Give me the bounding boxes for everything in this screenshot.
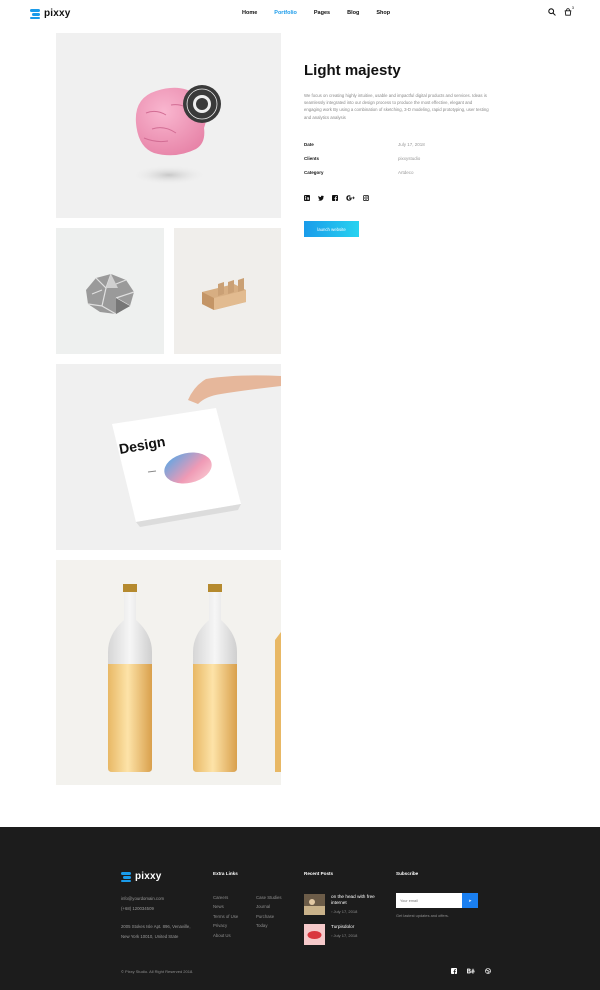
launch-website-button[interactable]: launch website [304,221,359,237]
google-plus-icon[interactable] [346,195,355,201]
send-icon: ➤ [468,898,472,903]
meta-key: Category [304,170,324,175]
gallery-image-design-poster[interactable]: Design [56,364,281,550]
design-poster-illustration: Design [112,375,281,527]
post-thumbnail[interactable] [304,924,325,945]
footer-link[interactable]: Privacy [213,921,238,930]
footer-contact: info@yourdomain.com (+68) 120034509 2005… [121,894,201,941]
subscribe-note: Get lastest updates and offers. [396,913,449,918]
meta-value: Artdeco [398,170,414,175]
nav-home[interactable]: Home [242,10,257,16]
post-title[interactable]: Turpisdolor [331,924,389,930]
project-title: Light majesty [304,62,401,79]
bottle-left [108,584,152,772]
facebook-icon[interactable] [332,195,338,201]
project-social-links [304,195,369,201]
footer-link[interactable]: Careers [213,893,238,902]
logo-icon [30,8,40,19]
footer-link[interactable]: News [213,902,238,911]
page: pixxy Home Portfolio Pages Blog Shop 3 D… [0,0,600,990]
dribbble-icon[interactable] [485,968,491,974]
contact-email[interactable]: info@yourdomain.com [121,894,201,904]
recent-posts-title: Recent Posts [304,871,334,876]
project-description: We focus on creating highly intuitive, u… [304,93,489,120]
gallery-image-wooden-stand[interactable] [174,228,281,354]
post-thumbnail[interactable] [304,894,325,915]
logo-icon [121,871,131,882]
meta-value: July 17, 2018 [398,142,425,147]
facebook-icon[interactable] [451,968,457,974]
linkedin-icon[interactable] [304,195,310,201]
extra-links-col1: Careers News Terms of Use Privacy About … [213,893,238,940]
gallery-image-ice-cream[interactable] [56,33,281,218]
post-title[interactable]: on the head with free internet [331,894,389,906]
post-date: ▫ July 17, 2018 [331,909,358,914]
meta-key: Clients [304,156,320,161]
recent-post[interactable]: on the head with free internet ▫ July 17… [304,894,389,915]
contact-phone[interactable]: (+68) 120034509 [121,904,201,914]
bottle-right [193,584,237,772]
footer-link[interactable]: Terms of Use [213,912,238,921]
main-nav: Home Portfolio Pages Blog Shop [242,10,407,16]
footer-logo[interactable]: pixxy [121,871,162,882]
footer-link[interactable]: Case Studies [256,893,282,902]
post-date: ▫ July 17, 2018 [331,933,358,938]
subscribe-email-input[interactable] [396,893,462,908]
instagram-icon[interactable] [363,195,369,201]
behance-icon[interactable] [467,968,475,974]
gallery-image-beer-bottles[interactable] [56,560,281,785]
ice-cream-illustration [131,85,221,185]
subscribe-button[interactable]: ➤ [462,893,478,908]
crumpled-paper-illustration [86,273,135,315]
contact-address-line1: 2005 Stokes Isle Apt. 896, Venaville, [121,924,191,929]
meta-key: Date [304,142,314,147]
footer: pixxy info@yourdomain.com (+68) 12003450… [0,827,600,990]
subscribe-title: Subscribe [396,871,419,876]
footer-link[interactable]: Journal [256,902,282,911]
nav-blog[interactable]: Blog [347,10,359,16]
wooden-stand-illustration [202,278,246,310]
recent-post[interactable]: Turpisdolor ▫ July 17, 2018 [304,924,389,945]
footer-link[interactable]: Purchase [256,912,282,921]
contact-address-line2: New York 10010, United State [121,933,179,939]
logo[interactable]: pixxy [30,8,71,19]
extra-links-col2: Case Studies Journal Purchase Today [256,893,282,931]
gallery-image-crumpled-paper[interactable] [56,228,164,354]
copyright: © Pixxy Studio. All Right Reserved 2018. [121,969,194,974]
cart-count-badge: 3 [571,5,574,10]
header-icons [548,8,572,16]
meta-value: pixxystudio [398,156,421,161]
beer-bottles-illustration [108,584,281,772]
footer-social-links [451,968,491,974]
header: pixxy Home Portfolio Pages Blog Shop 3 [0,0,600,28]
nav-shop[interactable]: Shop [376,10,390,16]
nav-portfolio[interactable]: Portfolio [274,10,297,16]
search-icon[interactable] [548,8,556,16]
extra-links-title: Extra Links [213,871,238,876]
logo-text: pixxy [44,8,71,19]
twitter-icon[interactable] [318,195,324,201]
nav-pages[interactable]: Pages [314,10,330,16]
logo-text: pixxy [135,871,162,882]
footer-link[interactable]: About Us [213,931,238,940]
footer-link[interactable]: Today [256,921,282,930]
